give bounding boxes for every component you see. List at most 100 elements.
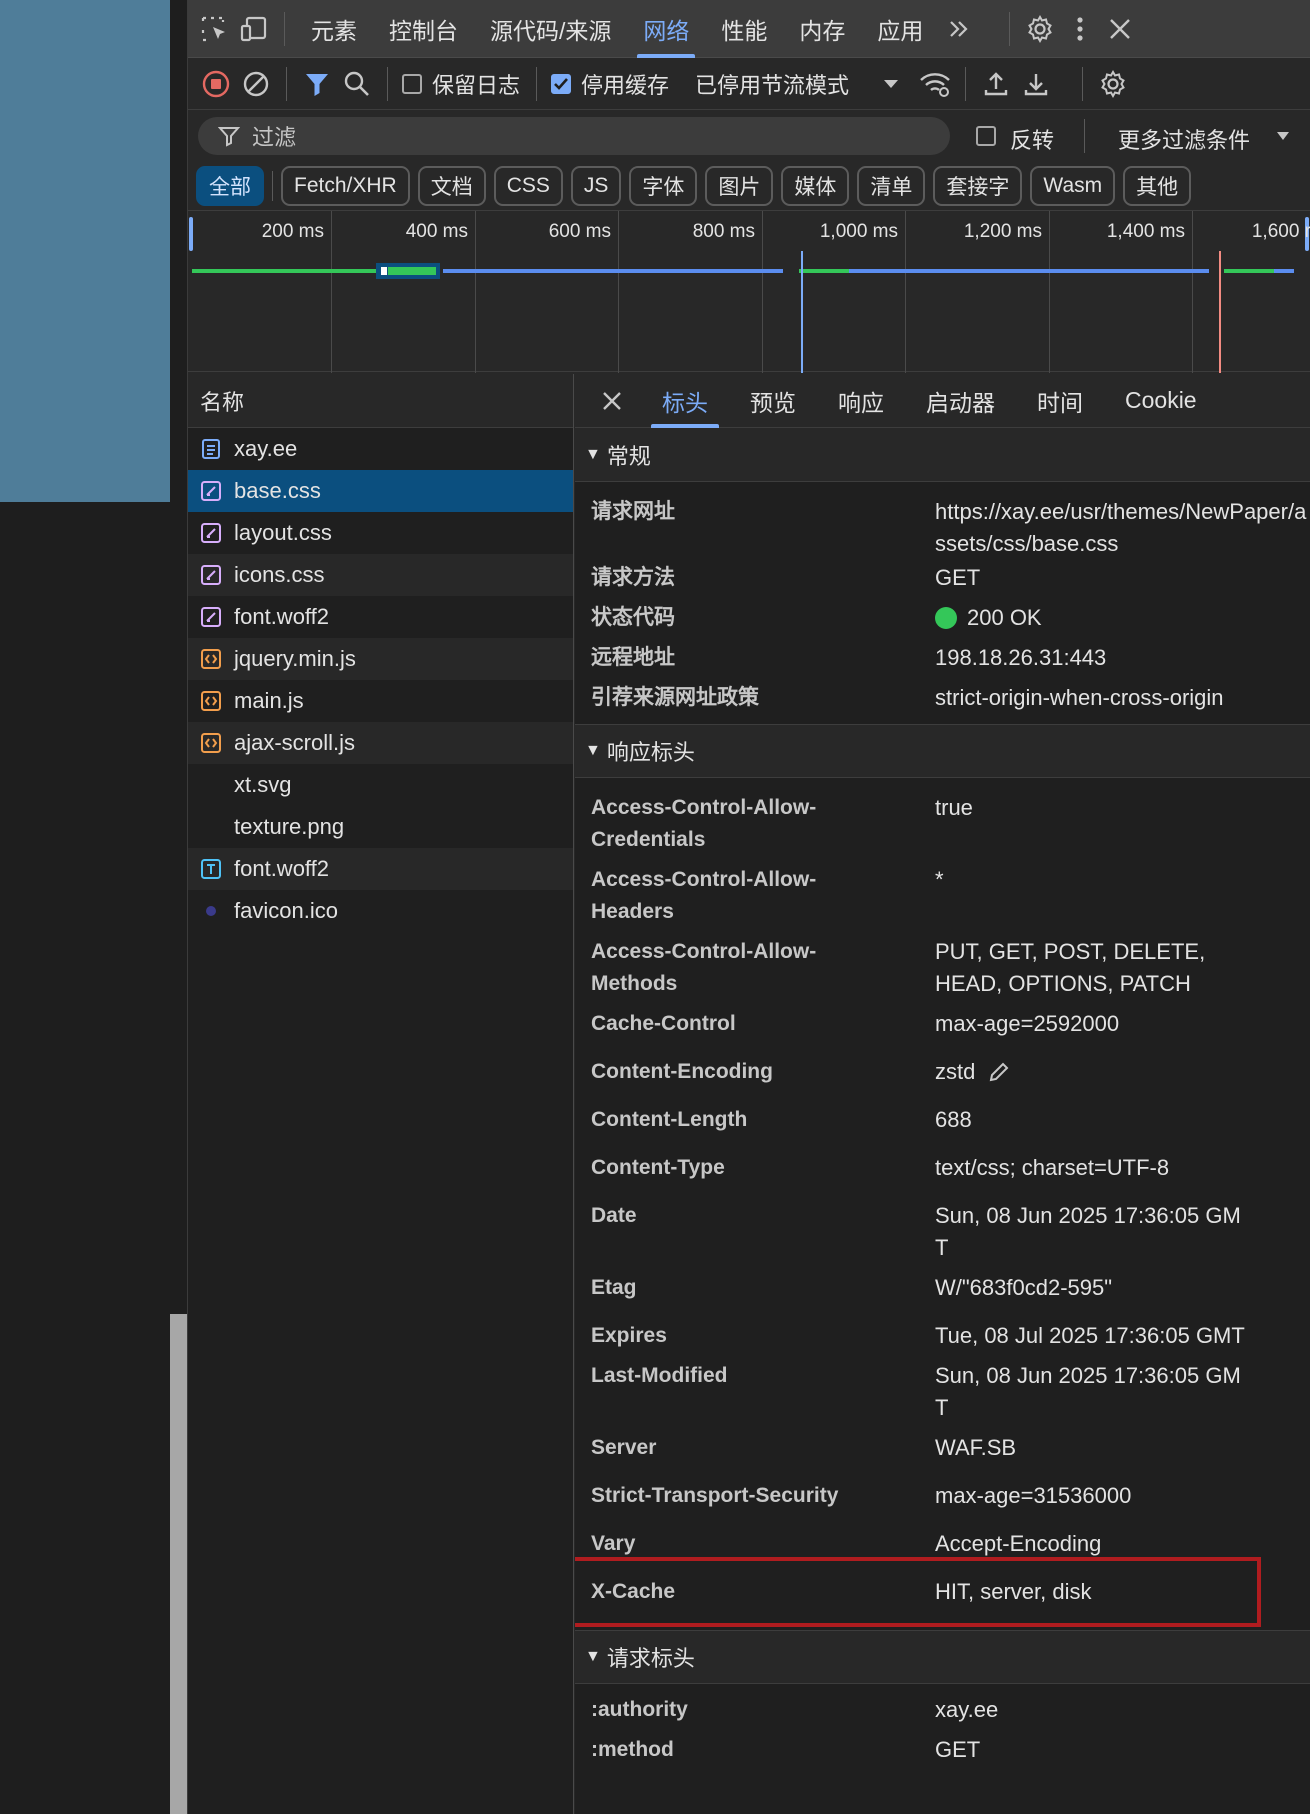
device-toolbar-icon[interactable] bbox=[234, 9, 274, 49]
favicon-icon bbox=[200, 900, 222, 922]
tab-cookies[interactable]: Cookie bbox=[1104, 374, 1218, 428]
throttling-select[interactable]: 已停用节流模式 bbox=[695, 68, 849, 100]
header-value: * bbox=[935, 867, 944, 892]
timeline-left-handle[interactable] bbox=[189, 217, 193, 251]
stop-recording-icon[interactable] bbox=[196, 64, 236, 104]
response-headers-section-header[interactable]: ▼ 响应标头 bbox=[575, 724, 1310, 778]
more-options-icon[interactable] bbox=[1060, 9, 1100, 49]
header-row-x-cache: X-Cache HIT, server, disk bbox=[575, 1557, 1310, 1627]
tab-headers[interactable]: 标头 bbox=[641, 374, 729, 428]
toolbar-divider bbox=[286, 66, 287, 101]
header-row: Strict-Transport-Security max-age=315360… bbox=[575, 1480, 1310, 1512]
type-filter-all[interactable]: 全部 bbox=[196, 166, 264, 206]
import-har-icon[interactable] bbox=[976, 64, 1016, 104]
request-row[interactable]: font.woff2 bbox=[188, 596, 573, 638]
header-key: Content-Encoding bbox=[591, 1060, 773, 1083]
close-details-icon[interactable] bbox=[575, 374, 641, 428]
inspect-element-icon[interactable] bbox=[194, 9, 234, 49]
tab-response[interactable]: 响应 bbox=[817, 374, 905, 428]
filter-placeholder: 过滤 bbox=[252, 125, 297, 150]
tab-initiator[interactable]: 启动器 bbox=[905, 374, 1016, 428]
header-key: Strict-Transport-Security bbox=[591, 1484, 839, 1507]
toolbar-divider bbox=[1084, 119, 1085, 153]
tab-timing[interactable]: 时间 bbox=[1016, 374, 1104, 428]
script-file-icon bbox=[200, 732, 222, 754]
close-devtools-icon[interactable] bbox=[1100, 9, 1140, 49]
section-title: 响应标头 bbox=[606, 740, 695, 765]
network-settings-icon[interactable] bbox=[1093, 64, 1133, 104]
clear-icon[interactable] bbox=[236, 64, 276, 104]
tab-application[interactable]: 应用 bbox=[861, 0, 939, 58]
request-name: xay.ee bbox=[234, 436, 298, 461]
tab-preview[interactable]: 预览 bbox=[729, 374, 817, 428]
preserve-log-checkbox[interactable] bbox=[402, 73, 422, 94]
request-row[interactable]: base.css bbox=[188, 470, 573, 512]
network-conditions-icon[interactable] bbox=[915, 64, 955, 104]
invert-checkbox[interactable] bbox=[976, 126, 996, 146]
request-row[interactable]: main.js bbox=[188, 680, 573, 722]
tab-memory[interactable]: 内存 bbox=[783, 0, 861, 58]
header-value: Sun, 08 Jun 2025 17:36:05 GMT bbox=[935, 1363, 1241, 1420]
tab-performance[interactable]: 性能 bbox=[705, 0, 783, 58]
more-tabs-icon[interactable] bbox=[939, 9, 979, 49]
more-filters-dropdown[interactable]: 更多过滤条件 bbox=[1118, 123, 1250, 155]
type-filter-socket[interactable]: 套接字 bbox=[933, 166, 1023, 206]
page-header-area bbox=[0, 0, 170, 502]
request-row[interactable]: font.woff2 bbox=[188, 848, 573, 890]
type-filter-font[interactable]: 字体 bbox=[629, 166, 698, 206]
chevron-down-icon[interactable] bbox=[1276, 131, 1290, 141]
request-row[interactable]: texture.png bbox=[188, 806, 573, 848]
timeline-overview[interactable]: 200 ms 400 ms 600 ms 800 ms 1,000 ms 1,2… bbox=[188, 210, 1310, 373]
type-filter-img[interactable]: 图片 bbox=[705, 166, 774, 206]
header-row: 远程地址 198.18.26.31:443 bbox=[575, 642, 1310, 674]
document-file-icon bbox=[200, 438, 222, 460]
request-row[interactable]: ajax-scroll.js bbox=[188, 722, 573, 764]
type-filter-css[interactable]: CSS bbox=[493, 166, 563, 206]
header-row: :method GET bbox=[575, 1734, 1310, 1766]
filter-funnel-icon[interactable] bbox=[297, 64, 337, 104]
search-icon[interactable] bbox=[337, 64, 377, 104]
name-column-header[interactable]: 名称 bbox=[188, 374, 573, 428]
request-row[interactable]: favicon.ico bbox=[188, 890, 573, 932]
settings-gear-icon[interactable] bbox=[1020, 9, 1060, 49]
header-key: Etag bbox=[591, 1276, 637, 1299]
tick-label: 1,000 ms bbox=[819, 221, 898, 242]
type-filter-doc[interactable]: 文档 bbox=[417, 166, 486, 206]
request-headers-section-header[interactable]: ▼ 请求标头 bbox=[575, 1630, 1310, 1684]
filter-icon bbox=[218, 127, 240, 147]
header-row: Access-Control-Allow-Methods PUT, GET, P… bbox=[575, 936, 1310, 1000]
tick-line bbox=[1049, 211, 1050, 373]
tick-label: 1,400 ms bbox=[1106, 221, 1185, 242]
type-filter-other[interactable]: 其他 bbox=[1123, 166, 1192, 206]
timeline-bar-waiting bbox=[1274, 269, 1294, 273]
tab-elements[interactable]: 元素 bbox=[295, 0, 373, 58]
type-filter-js[interactable]: JS bbox=[570, 166, 622, 206]
request-row[interactable]: xay.ee bbox=[188, 428, 573, 470]
header-row: Content-Type text/css; charset=UTF-8 bbox=[575, 1152, 1310, 1184]
edit-pencil-icon[interactable] bbox=[987, 1060, 1011, 1084]
request-row[interactable]: jquery.min.js bbox=[188, 638, 573, 680]
tab-console[interactable]: 控制台 bbox=[373, 0, 474, 58]
image-file-icon bbox=[200, 816, 222, 838]
header-key: Server bbox=[591, 1436, 657, 1459]
tab-sources[interactable]: 源代码/来源 bbox=[474, 0, 627, 58]
type-filter-wasm[interactable]: Wasm bbox=[1030, 166, 1116, 206]
general-section-header[interactable]: ▼ 常规 bbox=[575, 428, 1310, 482]
request-row[interactable]: xt.svg bbox=[188, 764, 573, 806]
section-title: 常规 bbox=[606, 443, 651, 469]
request-row[interactable]: icons.css bbox=[188, 554, 573, 596]
export-har-icon[interactable] bbox=[1016, 64, 1056, 104]
chevron-down-icon[interactable] bbox=[883, 79, 899, 89]
type-filter-media[interactable]: 媒体 bbox=[781, 166, 850, 206]
tick-line bbox=[331, 211, 332, 373]
tick-label: 800 ms bbox=[692, 221, 755, 242]
disable-cache-checkbox[interactable] bbox=[551, 73, 572, 94]
filter-input[interactable]: 过滤 bbox=[198, 117, 950, 155]
tab-network[interactable]: 网络 bbox=[627, 0, 705, 58]
type-filter-fetch-xhr[interactable]: Fetch/XHR bbox=[281, 166, 410, 206]
page-scrollbar[interactable] bbox=[170, 1314, 187, 1814]
script-file-icon bbox=[200, 690, 222, 712]
toolbar-divider bbox=[965, 66, 967, 101]
request-row[interactable]: layout.css bbox=[188, 512, 573, 554]
type-filter-manifest[interactable]: 清单 bbox=[857, 166, 926, 206]
